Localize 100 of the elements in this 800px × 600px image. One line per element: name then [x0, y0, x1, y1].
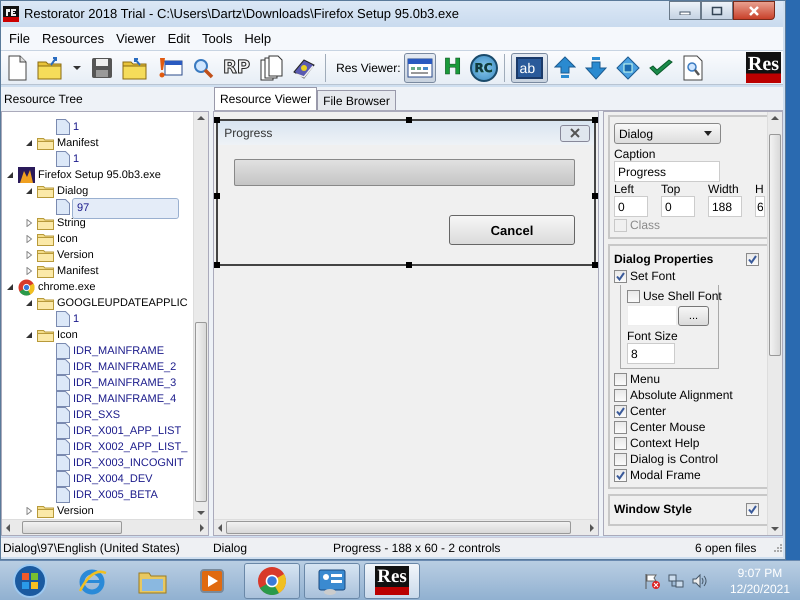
exclamation-window-icon [157, 56, 183, 80]
tree-item[interactable]: Version [56, 248, 95, 263]
scrollbar-thumb[interactable] [195, 322, 208, 502]
folder-icon [122, 56, 148, 80]
edit-mode-button[interactable]: ab [510, 52, 548, 83]
tree-item[interactable]: Version [56, 504, 95, 519]
tree-item[interactable]: IDR_X005_BETA [72, 488, 159, 503]
checkbox-label: Class [630, 218, 660, 232]
tree-item[interactable]: Firefox Setup 95.0b3.exe [37, 168, 162, 183]
resize-handle[interactable] [592, 117, 598, 124]
tree-item[interactable]: 1 [72, 120, 80, 135]
tree-item[interactable]: Icon [56, 232, 79, 247]
tree-item[interactable]: GOOGLEUPDATEAPPLIC [56, 296, 189, 311]
tree-item[interactable]: IDR_MAINFRAME_2 [72, 360, 178, 375]
tab[interactable]: Resource Viewer [214, 87, 318, 110]
resize-handle[interactable] [214, 192, 220, 199]
network-icon [668, 572, 684, 588]
rp-button[interactable]: RP [220, 52, 254, 83]
checkbox-label: Dialog is Control [630, 452, 718, 466]
browse-button[interactable]: ... [678, 306, 709, 326]
checkbox[interactable] [614, 468, 627, 482]
tree-item[interactable]: IDR_X001_APP_LIST [72, 424, 182, 439]
caption-field[interactable]: Progress [614, 161, 720, 182]
font-field[interactable] [627, 305, 677, 326]
tree-item[interactable]: 1 [72, 312, 80, 327]
checkbox[interactable] [746, 502, 759, 516]
checkbox[interactable] [614, 372, 627, 386]
tree-item[interactable]: Manifest [56, 136, 100, 151]
close-button[interactable] [733, 1, 775, 20]
expand-icon[interactable] [25, 235, 33, 244]
menu-item[interactable]: Tools [196, 28, 238, 48]
window-title: Restorator 2018 Trial - C:\Users\Dartz\Downloads\Firefox Setup 95.0b3.exe [24, 6, 459, 22]
documents-icon [259, 54, 284, 81]
tree-item[interactable]: IDR_MAINFRAME_3 [72, 376, 178, 391]
checkbox[interactable] [627, 290, 640, 303]
menu-item[interactable]: Viewer [110, 28, 162, 48]
taskbar-button[interactable] [304, 562, 360, 598]
tab[interactable]: File Browser [317, 90, 396, 110]
collapse-icon[interactable] [25, 331, 33, 340]
tree-item[interactable]: 97 [72, 198, 179, 219]
tree-item[interactable]: IDR_SXS [72, 408, 122, 423]
document-icon [56, 391, 70, 408]
folder-icon [37, 296, 54, 310]
expand-icon[interactable] [25, 219, 33, 228]
collapse-icon[interactable] [6, 283, 14, 292]
tree-item[interactable]: chrome.exe [37, 280, 96, 295]
tree-item[interactable]: IDR_X004_DEV [72, 472, 154, 487]
resize-handle[interactable] [406, 262, 412, 268]
expand-icon[interactable] [25, 507, 33, 516]
resize-handle[interactable] [592, 192, 598, 199]
tree-item[interactable]: IDR_MAINFRAME [72, 344, 166, 359]
field-label: Caption [614, 147, 656, 162]
taskbar-button[interactable]: Res [364, 562, 420, 598]
resize-handle[interactable] [214, 262, 220, 268]
cancel-button[interactable]: Cancel [449, 215, 575, 246]
checkbox[interactable] [746, 252, 759, 266]
checkbox[interactable] [614, 388, 627, 402]
checkbox[interactable] [614, 404, 627, 418]
resize-handle[interactable] [592, 262, 598, 268]
resize-handle[interactable] [214, 117, 220, 124]
checkbox[interactable] [614, 452, 627, 466]
tree-item[interactable]: Dialog [56, 184, 90, 199]
collapse-icon[interactable] [25, 139, 33, 148]
type-dropdown[interactable]: Dialog [614, 123, 721, 144]
rc-button[interactable]: RC [470, 54, 498, 82]
scrollbar-thumb[interactable] [226, 521, 572, 534]
number-field[interactable]: 6 [755, 196, 765, 218]
minimize-button[interactable] [669, 1, 701, 20]
tree-item[interactable]: IDR_X002_APP_LIST_ [72, 440, 188, 455]
scrollbar-thumb[interactable] [22, 521, 122, 534]
menu-item[interactable]: Help [238, 28, 278, 48]
flag-icon [644, 572, 660, 588]
resize-handle[interactable] [406, 117, 412, 124]
maximize-button[interactable] [701, 1, 733, 20]
menu-item[interactable]: Resources [36, 28, 110, 48]
tree-item[interactable]: Manifest [56, 264, 100, 279]
tree-item[interactable]: Icon [56, 328, 79, 343]
expand-icon[interactable] [25, 251, 33, 260]
tree-item[interactable]: IDR_MAINFRAME_4 [72, 392, 178, 407]
tree-item[interactable]: 1 [72, 152, 80, 167]
number-field[interactable]: 188 [708, 196, 742, 218]
scrollbar-thumb[interactable] [769, 134, 781, 356]
tree-item[interactable]: IDR_X003_INCOGNIT [72, 456, 185, 471]
number-field[interactable]: 0 [661, 196, 695, 218]
number-field[interactable]: 0 [614, 196, 648, 218]
checkbox[interactable] [614, 420, 627, 434]
dialog-window-button[interactable] [404, 52, 436, 83]
menu-item[interactable]: Edit [162, 28, 196, 48]
checkbox[interactable] [614, 270, 627, 283]
app-icon [3, 6, 19, 22]
taskbar-button[interactable] [244, 562, 300, 598]
document-icon [56, 151, 70, 168]
menu-item[interactable]: File [3, 28, 36, 48]
font-size-field[interactable]: 8 [627, 343, 675, 364]
collapse-icon[interactable] [25, 299, 33, 308]
collapse-icon[interactable] [25, 187, 33, 196]
dialog-close-button[interactable] [560, 124, 590, 142]
checkbox[interactable] [614, 436, 627, 450]
expand-icon[interactable] [25, 267, 33, 276]
collapse-icon[interactable] [6, 171, 14, 180]
